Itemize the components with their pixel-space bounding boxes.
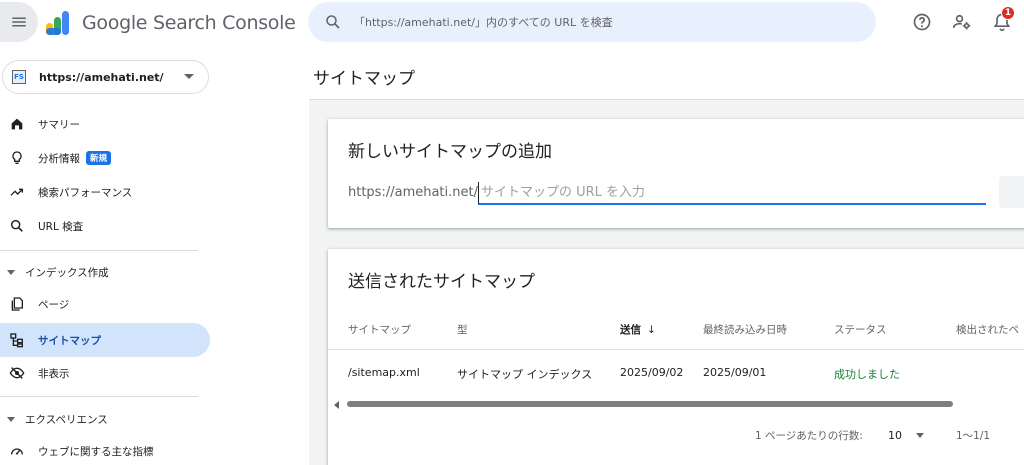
rows-per-page-value: 10: [888, 428, 902, 442]
pages-icon: [8, 295, 26, 313]
add-sitemap-title: 新しいサイトマップの追加: [348, 142, 552, 162]
cell-last-read: 2025/09/01: [703, 366, 767, 379]
table-header-divider: [328, 349, 1024, 350]
sidebar-item-insights[interactable]: 分析情報 新規: [0, 141, 210, 175]
sidebar-item-label: 分析情報: [38, 152, 80, 165]
sidebar-item-removals[interactable]: 非表示: [0, 356, 210, 390]
sidebar-item-summary[interactable]: サマリー: [0, 107, 210, 141]
main-menu-button[interactable]: [0, 2, 38, 42]
dropdown-caret-icon: [916, 432, 924, 438]
section-experience-title: エクスペリエンス: [25, 413, 108, 426]
search-console-logo-icon[interactable]: [44, 10, 74, 36]
submitted-sitemaps-card: 送信されたサイトマップ サイトマップ 型 送信 ↓ 最終読み込み日時 ステータス …: [328, 249, 1024, 465]
page-title-bar: サイトマップ: [309, 46, 1024, 100]
url-inspection-search-bar[interactable]: [308, 2, 876, 42]
column-header-submitted[interactable]: 送信 ↓: [620, 322, 656, 337]
sidebar-item-label: サイトマップ: [38, 334, 101, 347]
dropdown-caret-icon: [184, 74, 194, 79]
search-icon: [8, 217, 26, 235]
scrollbar-thumb[interactable]: [347, 401, 953, 407]
sidebar: FS https://amehati.net/ サマリー 分析情報 新規 検索パ…: [0, 46, 228, 465]
property-selector[interactable]: FS https://amehati.net/: [2, 60, 209, 94]
pagination-range: 1〜1/1: [956, 430, 991, 442]
sitemap-icon: [8, 331, 26, 349]
column-header-discovered-pages[interactable]: 検出されたペ: [956, 322, 1019, 337]
sidebar-item-url-inspection[interactable]: URL 検査: [0, 209, 210, 243]
sitemap-url-prefix: https://amehati.net/: [348, 185, 478, 200]
rows-per-page-label: 1 ページあたりの行数:: [755, 430, 863, 442]
top-app-bar: Google Search Console 1: [0, 0, 1024, 46]
cell-sitemap: /sitemap.xml: [348, 366, 420, 379]
url-inspection-input[interactable]: [354, 15, 854, 29]
submitted-sitemaps-title: 送信されたサイトマップ: [348, 272, 535, 292]
hamburger-menu-icon: [12, 17, 26, 27]
home-icon: [8, 115, 26, 133]
sidebar-item-pages[interactable]: ページ: [0, 287, 210, 321]
rows-per-page-select[interactable]: 10: [888, 425, 933, 445]
settings-users-button[interactable]: [951, 11, 973, 33]
sidebar-item-label: サマリー: [38, 118, 80, 131]
property-url: https://amehati.net/: [39, 70, 164, 84]
section-experience-toggle[interactable]: エクスペリエンス: [0, 406, 210, 432]
main-content: サイトマップ 新しいサイトマップの追加 https://amehati.net/…: [309, 46, 1024, 465]
submit-sitemap-button[interactable]: [999, 176, 1024, 208]
visibility-off-icon: [8, 364, 26, 382]
sort-descending-icon: ↓: [647, 324, 656, 336]
sidebar-item-label: ページ: [38, 298, 70, 311]
sidebar-item-performance[interactable]: 検索パフォーマンス: [0, 175, 210, 209]
help-icon: [913, 13, 931, 31]
scroll-left-arrow-icon[interactable]: [334, 401, 339, 409]
cell-submitted: 2025/09/02: [620, 366, 684, 379]
column-header-submitted-label: 送信: [620, 324, 641, 336]
sidebar-item-label: ウェブに関する主な指標: [38, 445, 154, 458]
new-badge: 新規: [86, 151, 112, 165]
lightbulb-icon: [8, 149, 26, 167]
section-indexing-title: インデックス作成: [25, 266, 109, 279]
sidebar-item-label: 非表示: [38, 367, 70, 380]
help-button[interactable]: [911, 11, 933, 33]
sidebar-item-label: 検索パフォーマンス: [38, 186, 133, 199]
sitemap-url-input[interactable]: [478, 181, 986, 204]
section-indexing-toggle[interactable]: インデックス作成: [0, 259, 210, 285]
column-header-status[interactable]: ステータス: [834, 322, 887, 337]
search-icon: [326, 15, 340, 29]
manage-accounts-icon: [952, 14, 971, 30]
column-header-type[interactable]: 型: [457, 322, 468, 337]
cell-status: 成功しました: [834, 368, 900, 381]
sidebar-item-core-web-vitals[interactable]: ウェブに関する主な指標: [0, 434, 210, 465]
property-favicon-icon: FS: [12, 70, 26, 84]
expand-caret-icon: [7, 269, 15, 275]
expand-caret-icon: [7, 416, 15, 422]
trending-up-icon: [8, 183, 26, 201]
column-header-sitemap[interactable]: サイトマップ: [348, 322, 411, 337]
product-name[interactable]: Google Search Console: [82, 12, 296, 34]
sidebar-divider: [0, 396, 198, 397]
sidebar-item-sitemaps[interactable]: サイトマップ: [0, 323, 210, 357]
speed-icon: [8, 442, 26, 460]
column-header-last-read[interactable]: 最終読み込み日時: [703, 322, 787, 337]
add-sitemap-card: 新しいサイトマップの追加 https://amehati.net/: [328, 119, 1024, 228]
horizontal-scrollbar[interactable]: [330, 399, 1024, 409]
sidebar-item-label: URL 検査: [38, 220, 84, 233]
page-title: サイトマップ: [313, 69, 415, 89]
cell-type: サイトマップ インデックス: [457, 368, 593, 381]
sidebar-divider: [0, 250, 198, 251]
sitemap-url-field[interactable]: [478, 181, 986, 205]
notification-count-badge: 1: [1001, 6, 1015, 20]
